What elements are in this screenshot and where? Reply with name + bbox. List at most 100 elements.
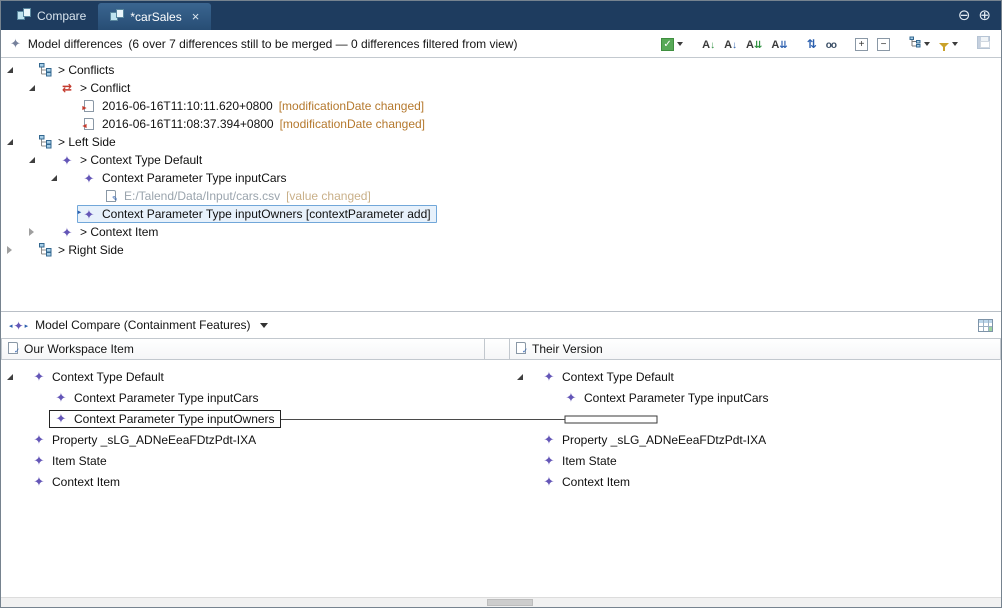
diff-toolbar: ✓ A↓ A↓ A⇊ A⇊ ⇅ oo +− bbox=[655, 34, 995, 54]
tree-row[interactable]: ✦Context Parameter Type inputCars bbox=[511, 387, 1001, 408]
reject-change-button[interactable]: A↓ bbox=[721, 35, 740, 53]
tree-row[interactable]: ►✦Context Parameter Type inputOwners [co… bbox=[1, 205, 1001, 223]
tree-row[interactable]: ✦Context Type Default bbox=[511, 366, 1001, 387]
tree-row-label: Context Parameter Type inputOwners [cont… bbox=[102, 207, 431, 221]
tree-row[interactable]: > Left Side bbox=[1, 133, 1001, 151]
expander-icon[interactable] bbox=[7, 67, 33, 73]
expand-all-button[interactable]: + bbox=[852, 34, 871, 53]
dropdown-caret-icon[interactable] bbox=[952, 42, 958, 46]
expander-icon[interactable] bbox=[51, 175, 77, 181]
tab-carsales[interactable]: *carSales × bbox=[98, 3, 211, 30]
a-double-arrow-blue-icon: A⇊ bbox=[771, 37, 787, 51]
dropdown-caret-icon[interactable] bbox=[677, 42, 683, 46]
tab-compare[interactable]: Compare bbox=[5, 1, 98, 30]
expander-icon[interactable] bbox=[29, 228, 55, 236]
horizontal-scrollbar[interactable] bbox=[1, 597, 1001, 607]
tree-row[interactable]: ✦Property _sLG_ADNeEeaFDtzPdt-IXA bbox=[511, 429, 1001, 450]
model-element-icon: ✦ bbox=[30, 475, 48, 488]
tree-row[interactable]: > Right Side bbox=[1, 241, 1001, 259]
funnel-icon bbox=[939, 37, 949, 51]
tree-row[interactable]: ✦ Context Parameter Type inputCars bbox=[1, 169, 1001, 187]
tree-row-content: ✦> Context Type Default bbox=[55, 151, 208, 169]
expander-icon[interactable] bbox=[29, 85, 55, 91]
expander-icon[interactable] bbox=[29, 157, 55, 163]
a-arrow-down-blue-icon: A↓ bbox=[724, 37, 737, 51]
table-layout-button[interactable] bbox=[978, 319, 993, 332]
page-title: Model differences bbox=[28, 37, 123, 51]
model-differences-icon: ✦ bbox=[10, 37, 21, 50]
expander-icon[interactable] bbox=[7, 139, 33, 145]
collapse-all-button[interactable]: − bbox=[874, 34, 893, 53]
minimize-button[interactable]: ⊖ bbox=[958, 8, 971, 23]
tree-row-annotation: [modificationDate changed] bbox=[279, 99, 424, 113]
model-element-icon: ✦ bbox=[52, 412, 70, 425]
maximize-button[interactable]: ⊕ bbox=[978, 8, 991, 23]
tree-row-label: 2016-06-16T11:08:37.394+0800 bbox=[102, 117, 274, 131]
tree-row-content: ✦Context Parameter Type inputCars bbox=[49, 389, 265, 407]
tree-row[interactable]: > Conflicts bbox=[1, 61, 1001, 79]
center-column-header bbox=[484, 338, 510, 360]
tree-row-label: Property _sLG_ADNeEeaFDtzPdt-IXA bbox=[562, 433, 766, 447]
tree-row-label: Context Parameter Type inputCars bbox=[102, 171, 287, 185]
tree-row[interactable]: ✦> Context Type Default bbox=[1, 151, 1001, 169]
tree-row[interactable]: ►2016-06-16T11:10:11.620+0800[modificati… bbox=[1, 97, 1001, 115]
compare-editor-window: Compare *carSales × ⊖ ⊕ ✦ Model differen… bbox=[0, 0, 1002, 608]
tree-row-label: Context Parameter Type inputCars bbox=[584, 391, 769, 405]
expander-icon[interactable] bbox=[7, 374, 27, 380]
tree-row[interactable]: ⇄ > Conflict bbox=[1, 79, 1001, 97]
binoculars-icon: oo bbox=[826, 37, 836, 51]
compare-editor-icon bbox=[17, 8, 31, 24]
tree-row-label: Context Parameter Type inputOwners bbox=[74, 412, 275, 426]
search-button[interactable]: oo bbox=[823, 35, 839, 53]
navigate-diffs-button[interactable]: ⇅ bbox=[804, 35, 820, 53]
conflict-icon: ⇄ bbox=[58, 82, 76, 94]
model-element-icon: ✦ bbox=[80, 172, 98, 185]
tree-row-label: > Conflicts bbox=[58, 63, 114, 77]
tree-row[interactable]: ✦Context Parameter Type inputCars bbox=[1, 387, 485, 408]
tree-row-content: ►✦Context Parameter Type inputOwners [co… bbox=[77, 205, 437, 223]
chevron-down-icon[interactable] bbox=[260, 323, 268, 328]
tree-row-content: ✦Context Type Default bbox=[537, 368, 680, 386]
tree-row-content: ✦Property _sLG_ADNeEeaFDtzPdt-IXA bbox=[27, 431, 262, 449]
change-left-icon: ◄ bbox=[80, 118, 98, 130]
tree-row[interactable]: ✦Property _sLG_ADNeEeaFDtzPdt-IXA bbox=[1, 429, 485, 450]
resolved-filter-button[interactable]: ✓ bbox=[658, 34, 686, 53]
reject-all-button[interactable]: A⇊ bbox=[768, 35, 790, 53]
left-column-header: ✓ Our Workspace Item bbox=[1, 338, 485, 360]
tree-row[interactable]: ✦Item State bbox=[511, 450, 1001, 471]
tab-bar: Compare *carSales × ⊖ ⊕ bbox=[1, 1, 1001, 30]
tree-row-content: ✦Property _sLG_ADNeEeaFDtzPdt-IXA bbox=[537, 431, 772, 449]
tree-row-content: ⇄ > Conflict bbox=[55, 79, 136, 97]
differences-tree: > Conflicts ⇄ > Conflict ►2016-06-16T11:10:… bbox=[1, 58, 1001, 311]
tree-row-content: ✦ Context Parameter Type inputCars bbox=[77, 169, 293, 187]
expander-icon[interactable] bbox=[517, 374, 537, 380]
tree-row-content: ✦ Context Parameter Type inputOwners bbox=[49, 410, 281, 428]
accept-change-button[interactable]: A↓ bbox=[699, 35, 718, 53]
tree-row[interactable]: ✦> Context Item bbox=[1, 223, 1001, 241]
tree-row[interactable]: ✦ Context Parameter Type inputOwners bbox=[1, 408, 485, 429]
model-element-icon: ✦ bbox=[30, 370, 48, 383]
filters-button[interactable] bbox=[936, 35, 961, 53]
tree-row[interactable]: ✦Item State bbox=[1, 450, 485, 471]
tree-row[interactable]: ✦Context Item bbox=[1, 471, 485, 492]
tab-label: Compare bbox=[37, 9, 86, 23]
group-by-button[interactable] bbox=[906, 34, 933, 54]
dropdown-caret-icon[interactable] bbox=[924, 42, 930, 46]
accept-all-button[interactable]: A⇊ bbox=[743, 35, 765, 53]
tree-row-content: ✦Context Parameter Type inputCars bbox=[559, 389, 775, 407]
tree-row[interactable]: ✦Context Type Default bbox=[1, 366, 485, 387]
model-element-icon: ✦ bbox=[58, 226, 76, 239]
close-icon[interactable]: × bbox=[192, 9, 200, 24]
tree-row-label: > Right Side bbox=[58, 243, 124, 257]
tree-row[interactable]: ✦Context Item bbox=[511, 471, 1001, 492]
model-differences-header: ✦ Model differences (6 over 7 difference… bbox=[1, 30, 1001, 58]
tab-label: *carSales bbox=[130, 10, 181, 24]
tree-row-label: > Conflict bbox=[80, 81, 130, 95]
compare-body: ✦Context Type Default✦Context Parameter … bbox=[1, 360, 1001, 597]
scrollbar-thumb[interactable] bbox=[487, 599, 533, 606]
tree-row[interactable]: ◄2016-06-16T11:08:37.394+0800[modificati… bbox=[1, 115, 1001, 133]
save-icon bbox=[977, 36, 990, 52]
tree-structure-icon bbox=[909, 36, 921, 52]
tree-row[interactable]: ✎E:/Talend/Data/Input/cars.csv[value cha… bbox=[1, 187, 1001, 205]
expander-icon[interactable] bbox=[7, 246, 33, 254]
